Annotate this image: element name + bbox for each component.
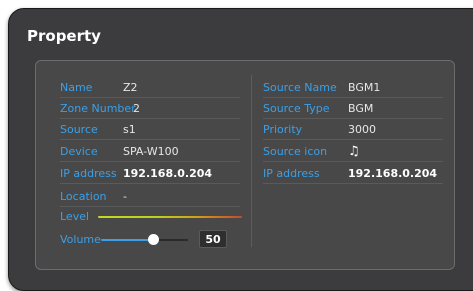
zone-number-label: Zone Number (60, 102, 136, 115)
source-type-value: BGM (348, 102, 374, 115)
location-row: Location - (60, 187, 240, 207)
source-ip-address-label: IP address (263, 167, 320, 180)
name-label: Name (60, 81, 93, 94)
level-label: Level (60, 210, 90, 223)
device-label: Device (60, 145, 98, 158)
name-row: Name Z2 (60, 78, 240, 98)
priority-row: Priority 3000 (263, 120, 443, 140)
location-value: - (123, 190, 127, 203)
window-title: Property (27, 27, 101, 45)
source-label: Source (60, 123, 98, 136)
device-value: SPA-W100 (123, 145, 179, 158)
ip-address-value: 192.168.0.204 (123, 167, 213, 180)
priority-value: 3000 (348, 123, 376, 136)
source-type-label: Source Type (263, 102, 330, 115)
source-icon-label: Source icon (263, 145, 328, 158)
volume-value-field[interactable]: 50 (199, 230, 227, 248)
volume-slider-thumb[interactable] (148, 234, 159, 245)
source-name-row: Source Name BGM1 (263, 78, 443, 98)
zone-number-row: Zone Number 2 (60, 99, 240, 119)
ip-address-row: IP address 192.168.0.204 (60, 164, 240, 184)
volume-label: Volume (60, 233, 101, 246)
name-value: Z2 (123, 81, 138, 94)
level-meter (98, 216, 242, 218)
source-ip-address-value: 192.168.0.204 (348, 167, 438, 180)
location-label: Location (60, 190, 107, 203)
source-row: Source s1 (60, 120, 240, 140)
source-value: s1 (123, 123, 136, 136)
level-row: Level (60, 207, 242, 227)
source-icon-row: Source icon ♫ (263, 142, 443, 162)
volume-row: Volume 50 (60, 230, 240, 252)
source-ip-address-row: IP address 192.168.0.204 (263, 164, 443, 184)
ip-address-label: IP address (60, 167, 117, 180)
zone-number-value: 2 (133, 102, 140, 115)
music-note-icon: ♫ (348, 144, 360, 159)
volume-slider-fill (101, 239, 153, 241)
column-divider (251, 75, 252, 247)
device-row: Device SPA-W100 (60, 142, 240, 162)
priority-label: Priority (263, 123, 303, 136)
source-type-row: Source Type BGM (263, 99, 443, 119)
source-name-label: Source Name (263, 81, 337, 94)
volume-slider[interactable] (101, 234, 188, 245)
source-name-value: BGM1 (348, 81, 381, 94)
